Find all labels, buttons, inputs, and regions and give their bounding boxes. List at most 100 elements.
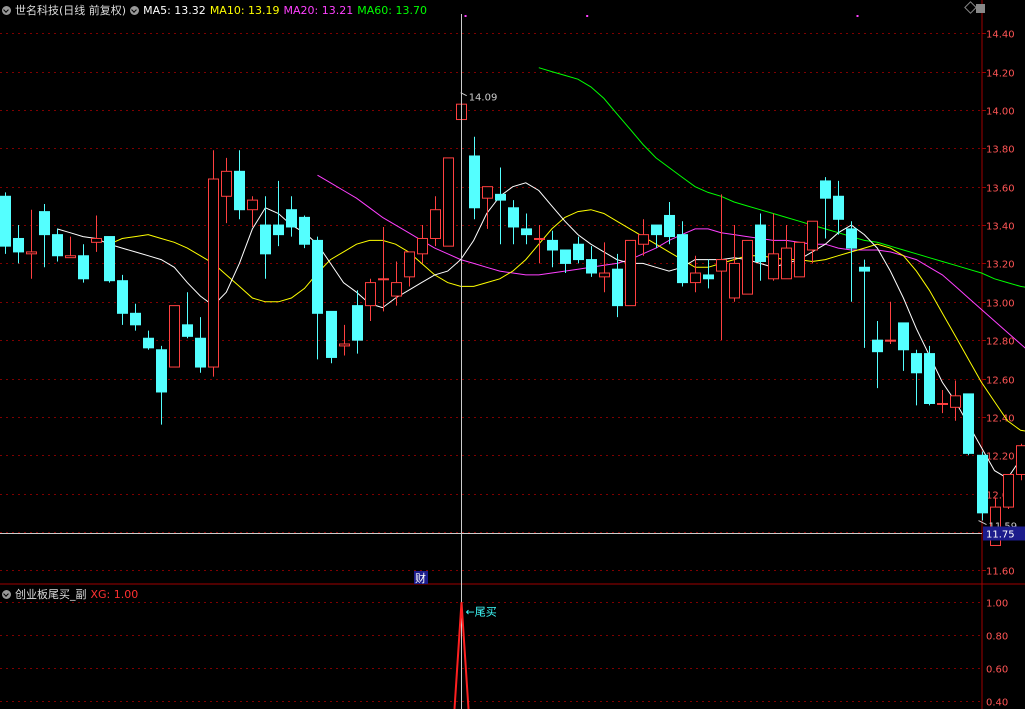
candle-body — [208, 178, 219, 368]
event-dot — [586, 15, 589, 17]
candle-body — [78, 255, 89, 280]
candle-body — [52, 234, 63, 257]
candle-body — [417, 237, 428, 255]
candle-body — [299, 216, 310, 245]
candle-body — [599, 272, 610, 278]
candle-body — [651, 224, 662, 236]
candle-body — [495, 193, 506, 201]
candle-body — [1003, 473, 1014, 508]
candle-body — [846, 228, 857, 249]
high-price-label: 14.09 — [469, 93, 498, 104]
candle-body — [807, 220, 818, 251]
candle-body — [612, 268, 623, 307]
candle-body — [234, 170, 245, 211]
indicator-tick-label: 0.80 — [986, 632, 1008, 643]
price-tick-label: 11.60 — [986, 567, 1015, 578]
candle-body — [391, 282, 402, 297]
candle-body — [91, 237, 102, 243]
candle-body — [690, 272, 701, 284]
candle-body — [677, 234, 688, 284]
ma10-readout: MA10: 13.19 — [209, 3, 280, 17]
candle-body — [755, 224, 766, 263]
candle-body — [794, 241, 805, 278]
price-tick-label: 13.60 — [986, 184, 1015, 195]
sub-header: 创业板尾买_副 XG: 1.00 — [2, 586, 138, 602]
candle-body — [169, 305, 180, 368]
candle-body — [508, 207, 519, 228]
collapse-icon[interactable] — [2, 589, 11, 599]
candle-body — [521, 228, 532, 236]
candle-body — [977, 454, 988, 514]
candle-body — [339, 343, 350, 347]
candle-body — [768, 253, 779, 280]
candle-body — [664, 214, 675, 238]
collapse-icon[interactable] — [2, 5, 11, 15]
price-tick-label: 13.40 — [986, 222, 1015, 233]
candle-body — [937, 402, 948, 405]
candle-body — [195, 337, 206, 368]
ma60-readout: MA60: 13.70 — [357, 3, 427, 17]
candle-body — [885, 339, 896, 342]
candle-body — [156, 349, 167, 393]
candle-body — [573, 243, 584, 261]
candle-body — [221, 170, 232, 197]
candle-body — [625, 239, 636, 307]
candle-body — [547, 239, 558, 251]
candle-body — [404, 251, 415, 278]
candle-body — [898, 322, 909, 351]
candle-body — [716, 259, 727, 272]
cursor-price-label: 11.75 — [986, 530, 1015, 541]
candle-body — [820, 180, 831, 199]
price-tick-label: 13.80 — [986, 145, 1015, 156]
candle-body — [742, 239, 753, 295]
square-icon[interactable] — [976, 4, 985, 13]
price-tick-label: 13.00 — [986, 299, 1015, 310]
signal-label: ←尾买 — [466, 605, 497, 618]
candle-body — [1016, 445, 1025, 475]
price-tick-label: 12.80 — [986, 337, 1015, 348]
candle-body — [39, 211, 50, 236]
candle-body — [286, 209, 297, 228]
candle-body — [482, 186, 493, 199]
price-tick-label: 12.60 — [986, 376, 1015, 387]
candle-body — [781, 247, 792, 280]
candle-body — [534, 237, 545, 240]
candle-body — [365, 282, 376, 307]
price-tick-label: 12.20 — [986, 452, 1015, 463]
candle-body — [586, 259, 597, 274]
candle-body — [430, 209, 441, 239]
candle-body — [312, 239, 323, 314]
candle-body — [273, 224, 284, 236]
candle-body — [638, 234, 649, 245]
price-tick-label: 14.20 — [986, 69, 1015, 80]
candle-body — [872, 339, 883, 353]
candle-body — [247, 199, 258, 211]
candle-body — [260, 224, 271, 255]
candle-body — [326, 310, 337, 358]
indicator-tick-label: 1.00 — [986, 599, 1008, 610]
candle-body — [0, 195, 11, 247]
candle-body — [65, 255, 76, 259]
ma20-readout: MA20: 13.21 — [283, 3, 354, 17]
candle-body — [911, 353, 922, 374]
indicator-tick-label: 0.40 — [986, 698, 1008, 709]
kline-chart[interactable]: 11.6011.8012.0012.2012.4012.6012.8013.00… — [0, 0, 1025, 709]
candle-body — [950, 395, 961, 408]
candle-body — [104, 236, 115, 282]
candle-body — [182, 324, 193, 337]
ma5-readout: MA5: 13.32 — [143, 3, 206, 17]
candle-body — [378, 278, 389, 281]
candle-body — [833, 195, 844, 220]
indicator-tick-label: 0.60 — [986, 665, 1008, 676]
settings-icon[interactable] — [130, 5, 140, 15]
candle-body — [130, 312, 141, 326]
candle-body — [729, 262, 740, 299]
candle-body — [26, 251, 37, 255]
candle-body — [352, 305, 363, 341]
candle-body — [560, 249, 571, 264]
candle-body — [443, 157, 454, 247]
event-dot — [464, 15, 467, 17]
price-tick-label: 14.00 — [986, 107, 1015, 118]
candle-body — [963, 393, 974, 454]
ma5-line — [56, 182, 1025, 479]
